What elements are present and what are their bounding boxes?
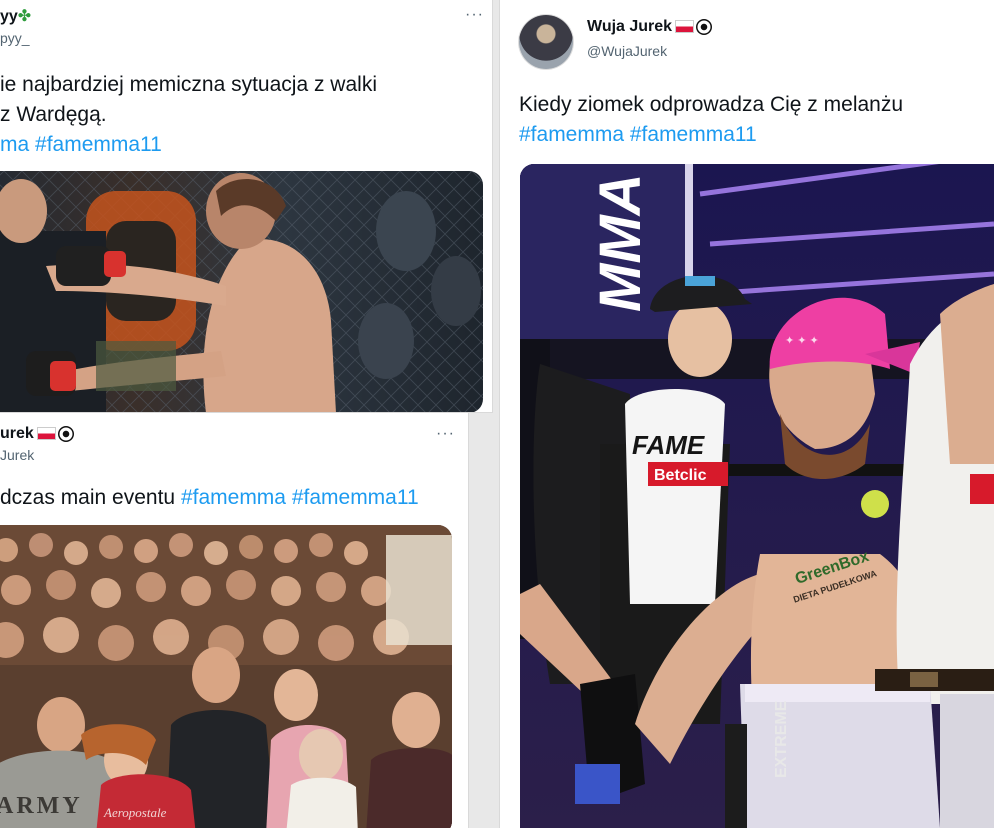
clover-icon: ✤: [17, 8, 32, 25]
tweet-text: Kiedy ziomek odprowadza Cię z melanżu #f…: [519, 90, 994, 150]
poland-flag-icon: [37, 428, 55, 440]
author-avatar[interactable]: [519, 15, 573, 69]
tweet-media-fight[interactable]: [0, 171, 483, 412]
tweet-text-line-2: z Wardęgą.: [0, 103, 107, 126]
shirt-sponsor-text: Betclic: [654, 467, 707, 484]
hashtag-link[interactable]: #famemma11: [292, 486, 419, 509]
author-name[interactable]: yy: [0, 8, 18, 25]
shirt-text-aeropostale: Aeropostale: [103, 805, 167, 820]
banner-text: MMA: [588, 173, 653, 312]
tweet-author[interactable]: Wuja Jurek: [587, 18, 713, 36]
shirt-brand-text: FAME: [632, 430, 705, 460]
tweet-text-body: dczas main eventu: [0, 486, 176, 509]
shirt-text-army: ARMY: [0, 793, 83, 819]
tweet-media-audience[interactable]: ARMY Aeropostale: [0, 525, 452, 828]
tweet-media-octagon[interactable]: MMA FAME Betclic ✦ ✦ ✦ GreenBox DIETA PU…: [520, 164, 994, 828]
fight-photo: [0, 171, 483, 412]
author-name[interactable]: Wuja Jurek: [587, 18, 672, 35]
poland-flag-icon: [676, 21, 694, 33]
tweet-text: dczas main eventu #famemma #famemma11: [0, 483, 460, 513]
tweet-card-top-left[interactable]: yy✤ pyy_ ··· ie najbardziej memiczna syt…: [0, 0, 492, 412]
soccer-ball-icon: [696, 18, 713, 35]
more-options-icon[interactable]: ···: [436, 425, 455, 443]
tweet-text-line-1: ie najbardziej memiczna sytuacja z walki: [0, 73, 377, 96]
soccer-ball-icon: [57, 425, 74, 442]
author-handle[interactable]: @WujaJurek: [587, 43, 667, 59]
author-handle[interactable]: pyy_: [0, 30, 30, 46]
more-options-icon[interactable]: ···: [465, 6, 484, 24]
tweet-author[interactable]: urek: [0, 425, 74, 443]
hashtag-link[interactable]: #famemma11: [35, 133, 162, 156]
sleeping-audience-photo: ARMY Aeropostale: [0, 525, 452, 828]
author-name[interactable]: urek: [0, 425, 34, 442]
svg-text:✦ ✦ ✦: ✦ ✦ ✦: [785, 335, 819, 347]
author-handle[interactable]: Jurek: [0, 447, 34, 463]
octagon-photo: MMA FAME Betclic ✦ ✦ ✦ GreenBox DIETA PU…: [520, 164, 994, 828]
tweet-author[interactable]: yy✤: [0, 6, 31, 26]
hashtag-link[interactable]: ma: [0, 133, 29, 156]
tweet-card-bottom-left[interactable]: urek Jurek ··· dczas main eventu #famemm…: [0, 413, 468, 828]
hashtag-link[interactable]: #famemma: [181, 486, 286, 509]
tweet-text-body: Kiedy ziomek odprowadza Cię z melanżu: [519, 93, 904, 116]
tweet-text: ie najbardziej memiczna sytuacja z walki…: [0, 70, 480, 160]
tweet-card-right[interactable]: Wuja Jurek @WujaJurek Kiedy ziomek odpro…: [500, 0, 994, 828]
hashtag-link[interactable]: #famemma11: [630, 123, 757, 146]
shorts-text: EXTREME: [773, 700, 790, 778]
hashtag-link[interactable]: #famemma: [519, 123, 624, 146]
